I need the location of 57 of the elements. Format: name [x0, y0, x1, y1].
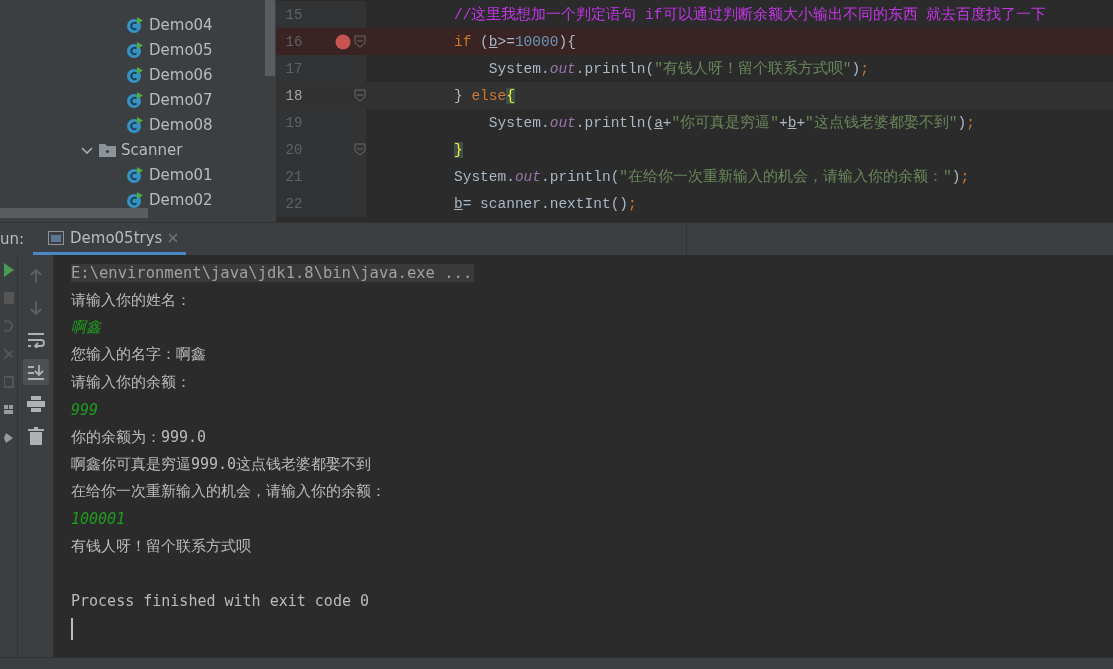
console-input-text: 啊鑫 — [71, 317, 101, 337]
arrow-down-icon[interactable] — [28, 300, 43, 316]
console-input-text: 100001 — [71, 510, 126, 529]
trash-icon[interactable] — [27, 427, 44, 445]
console-command: E:\environment\java\jdk1.8\bin\java.exe ... — [71, 263, 475, 282]
class-icon — [126, 65, 144, 84]
code-line: System.out.println(a+"你可真是穷逼"+b+"这点钱老婆都娶不到"); — [487, 113, 975, 132]
tree-item[interactable]: Demo05 — [149, 40, 213, 59]
scroll-to-end-icon — [26, 364, 45, 380]
console-input-text: 999 — [71, 400, 99, 419]
code-line: //这里我想加一个判定语句 if可以通过判断余额大小输出不同的东西 就去百度找了一下 — [453, 5, 1047, 24]
class-icon — [126, 115, 144, 134]
breakpoint-icon[interactable] — [335, 33, 352, 50]
fold-icon[interactable] — [353, 143, 366, 156]
close-icon[interactable] — [168, 232, 179, 243]
console-icon — [48, 230, 64, 245]
class-icon — [126, 165, 144, 184]
fold-icon[interactable] — [353, 35, 366, 48]
tree-item[interactable]: Demo07 — [149, 90, 213, 109]
folder-icon — [99, 142, 116, 157]
printer-icon[interactable] — [26, 396, 45, 412]
run-label: un: — [0, 230, 26, 248]
class-icon — [126, 40, 144, 59]
line-number: 18 — [284, 87, 303, 104]
class-icon — [126, 190, 144, 209]
code-line: b= scanner.nextInt(); — [453, 195, 637, 212]
console-output: 在给你一次重新输入的机会，请输入你的余额： — [71, 482, 386, 502]
console-output: 有钱人呀！留个联系方式呗 — [71, 537, 251, 557]
tree-item[interactable]: Demo02 — [149, 190, 213, 209]
console-output: 您输入的名字：啊鑫 — [71, 345, 206, 365]
text-cursor — [71, 617, 73, 640]
scroll-to-end-button[interactable] — [22, 359, 49, 385]
code-line: System.out.println("有钱人呀！留个联系方式呗"); — [487, 59, 869, 78]
fold-icon[interactable] — [353, 89, 366, 102]
layout-icon[interactable] — [3, 403, 14, 417]
scrollbar[interactable] — [0, 208, 148, 218]
arrow-up-icon[interactable] — [28, 268, 43, 284]
soft-wrap-icon[interactable] — [26, 332, 45, 348]
run-icon[interactable] — [3, 263, 14, 277]
class-icon — [126, 15, 144, 34]
stop-icon[interactable] — [3, 291, 14, 305]
tree-item[interactable]: Demo06 — [149, 65, 213, 84]
line-number: 16 — [284, 33, 303, 50]
code-line: } else{ — [453, 87, 515, 104]
console-output: 请输入你的姓名： — [71, 290, 191, 310]
console-output: 请输入你的余额： — [71, 372, 191, 392]
console-output: Process finished with exit code 0 — [71, 592, 369, 611]
scrollbar[interactable] — [265, 0, 275, 76]
console-output: 啊鑫你可真是穷逼999.0这点钱老婆都娶不到 — [71, 454, 372, 474]
tree-item[interactable]: Scanner — [121, 140, 183, 159]
console-output: 你的余额为：999.0 — [71, 427, 207, 447]
code-line: if (b>=10000){ — [453, 33, 576, 50]
class-icon — [126, 90, 144, 109]
tree-item[interactable]: Demo01 — [149, 165, 213, 184]
tree-item[interactable]: Demo04 — [149, 15, 213, 34]
tree-item[interactable]: Demo08 — [149, 115, 213, 134]
code-line: System.out.println("在给你一次重新输入的机会，请输入你的余额："); — [453, 167, 970, 186]
